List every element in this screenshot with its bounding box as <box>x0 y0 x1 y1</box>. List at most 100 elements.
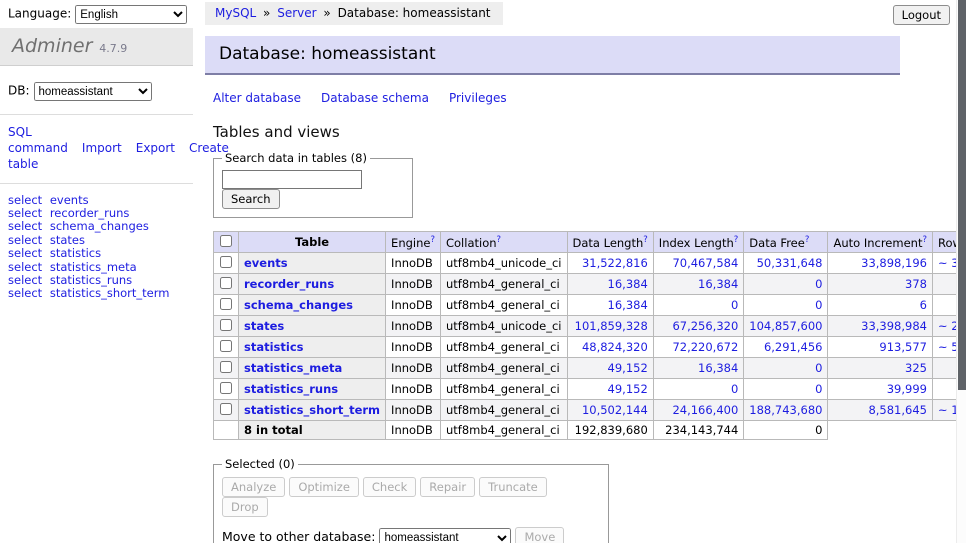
table-name-link-statistics[interactable]: statistics <box>244 340 304 354</box>
data-free-link[interactable]: 0 <box>815 298 822 312</box>
privileges-link[interactable]: Privileges <box>449 91 507 105</box>
language-select[interactable]: English <box>75 5 187 24</box>
auto-increment-link[interactable]: 33,898,196 <box>861 256 927 270</box>
row-checkbox-statistics_runs[interactable] <box>220 382 232 394</box>
data-free-link[interactable]: 50,331,648 <box>757 256 823 270</box>
repair-button[interactable]: Repair <box>420 477 475 497</box>
row-checkbox-schema_changes[interactable] <box>220 298 232 310</box>
move-button[interactable]: Move <box>515 527 564 543</box>
select-all-checkbox[interactable] <box>220 235 232 247</box>
scrollbar-thumb[interactable] <box>958 0 966 390</box>
table-name-link-statistics_meta[interactable]: statistics_meta <box>244 361 342 375</box>
db-select[interactable]: homeassistant <box>34 82 152 101</box>
table-name-link-statistics_short_term[interactable]: statistics_short_term <box>244 403 380 417</box>
database-schema-link[interactable]: Database schema <box>321 91 429 105</box>
column-hint-link[interactable]: ? <box>643 235 648 245</box>
auto-increment-link[interactable]: 39,999 <box>887 382 927 396</box>
table-link-statistics_meta[interactable]: statistics_meta <box>50 260 137 274</box>
sidebar-action-sql-command[interactable]: SQL command <box>8 125 68 155</box>
check-button[interactable]: Check <box>363 477 416 497</box>
table-link-states[interactable]: states <box>50 233 85 247</box>
data-length-link[interactable]: 16,384 <box>608 277 648 291</box>
index-length-link[interactable]: 67,256,320 <box>672 319 738 333</box>
truncate-button[interactable]: Truncate <box>479 477 547 497</box>
select-link-recorder_runs[interactable]: select <box>8 206 42 220</box>
index-length-cell: 16,384 <box>653 274 744 295</box>
totals-row: 8 in totalInnoDButf8mb4_general_ci192,83… <box>214 421 966 440</box>
table-name-link-recorder_runs[interactable]: recorder_runs <box>244 277 334 291</box>
table-name-link-schema_changes[interactable]: schema_changes <box>244 298 353 312</box>
table-name-link-statistics_runs[interactable]: statistics_runs <box>244 382 338 396</box>
auto-increment-link[interactable]: 33,398,984 <box>861 319 927 333</box>
select-link-statistics_runs[interactable]: select <box>8 273 42 287</box>
row-checkbox-statistics_short_term[interactable] <box>220 403 232 415</box>
sidebar-action-import[interactable]: Import <box>82 141 122 155</box>
analyze-button[interactable]: Analyze <box>222 477 285 497</box>
column-hint-link[interactable]: ? <box>922 235 927 245</box>
column-hint-link[interactable]: ? <box>805 235 810 245</box>
index-length-link[interactable]: 16,384 <box>698 361 738 375</box>
column-hint-link[interactable]: ? <box>497 235 502 245</box>
data-free-link[interactable]: 0 <box>815 382 822 396</box>
index-length-link[interactable]: 72,220,672 <box>672 340 738 354</box>
search-button[interactable]: Search <box>222 189 280 209</box>
row-checkbox-states[interactable] <box>220 319 232 331</box>
data-free-link[interactable]: 0 <box>815 361 822 375</box>
table-link-statistics_short_term[interactable]: statistics_short_term <box>50 286 170 300</box>
move-db-select[interactable]: homeassistant <box>379 528 511 543</box>
index-length-link[interactable]: 0 <box>731 298 738 312</box>
search-input[interactable] <box>222 170 362 189</box>
data-length-link[interactable]: 101,859,328 <box>575 319 648 333</box>
column-hint-link[interactable]: ? <box>734 235 739 245</box>
select-link-states[interactable]: select <box>8 233 42 247</box>
data-length-link[interactable]: 49,152 <box>608 382 648 396</box>
table-name-link-events[interactable]: events <box>244 256 288 270</box>
row-checkbox-statistics[interactable] <box>220 340 232 352</box>
logout-button[interactable]: Logout <box>893 5 950 25</box>
data-free-link[interactable]: 188,743,680 <box>749 403 822 417</box>
totals-data-length: 192,839,680 <box>567 421 653 440</box>
auto-increment-link[interactable]: 913,577 <box>879 340 927 354</box>
data-length-link[interactable]: 49,152 <box>608 361 648 375</box>
table-link-statistics[interactable]: statistics <box>50 246 101 260</box>
table-link-schema_changes[interactable]: schema_changes <box>50 219 149 233</box>
row-checkbox-statistics_meta[interactable] <box>220 361 232 373</box>
row-checkbox-recorder_runs[interactable] <box>220 277 232 289</box>
select-link-events[interactable]: select <box>8 193 42 207</box>
row-checkbox-events[interactable] <box>220 256 232 268</box>
data-length-link[interactable]: 10,502,144 <box>582 403 648 417</box>
page-scrollbar[interactable] <box>956 0 966 543</box>
column-hint-link[interactable]: ? <box>430 235 435 245</box>
auto-increment-link[interactable]: 378 <box>905 277 927 291</box>
index-length-link[interactable]: 24,166,400 <box>672 403 738 417</box>
select-link-statistics_short_term[interactable]: select <box>8 286 42 300</box>
auto-increment-link[interactable]: 8,581,645 <box>868 403 927 417</box>
alter-database-link[interactable]: Alter database <box>213 91 301 105</box>
optimize-button[interactable]: Optimize <box>289 477 359 497</box>
data-length-link[interactable]: 31,522,816 <box>582 256 648 270</box>
sidebar-action-export[interactable]: Export <box>136 141 175 155</box>
engine-cell: InnoDB <box>386 358 441 379</box>
breadcrumb-link-server[interactable]: Server <box>277 6 316 20</box>
data-free-link[interactable]: 6,291,456 <box>764 340 823 354</box>
index-length-link[interactable]: 70,467,584 <box>672 256 738 270</box>
drop-button[interactable]: Drop <box>222 497 268 517</box>
data-free-link[interactable]: 104,857,600 <box>749 319 822 333</box>
auto-increment-link[interactable]: 325 <box>905 361 927 375</box>
data-free-link[interactable]: 0 <box>815 277 822 291</box>
table-link-events[interactable]: events <box>50 193 89 207</box>
data-length-link[interactable]: 48,824,320 <box>582 340 648 354</box>
breadcrumb-link-mysql[interactable]: MySQL <box>215 6 256 20</box>
table-link-recorder_runs[interactable]: recorder_runs <box>50 206 130 220</box>
app-version-link[interactable]: 4.7.9 <box>99 42 127 55</box>
select-link-statistics[interactable]: select <box>8 246 42 260</box>
auto-increment-link[interactable]: 6 <box>920 298 927 312</box>
data-length-link[interactable]: 16,384 <box>608 298 648 312</box>
select-link-statistics_meta[interactable]: select <box>8 260 42 274</box>
table-name-link-states[interactable]: states <box>244 319 284 333</box>
table-link-statistics_runs[interactable]: statistics_runs <box>50 273 132 287</box>
index-length-link[interactable]: 16,384 <box>698 277 738 291</box>
table-name-cell: statistics_runs <box>239 379 386 400</box>
select-link-schema_changes[interactable]: select <box>8 219 42 233</box>
index-length-link[interactable]: 0 <box>731 382 738 396</box>
